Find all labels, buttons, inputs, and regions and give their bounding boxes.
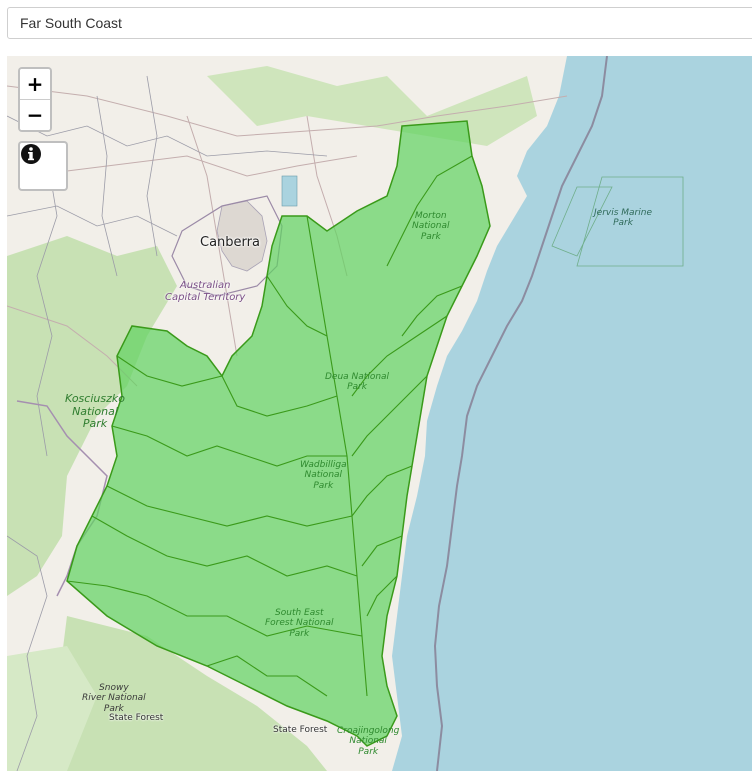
- zoom-control: + −: [18, 67, 52, 132]
- zoom-out-button[interactable]: −: [20, 100, 50, 130]
- region-search-input[interactable]: [7, 7, 752, 39]
- info-circle-icon: [21, 144, 41, 164]
- lake-hatch: [281, 175, 298, 207]
- zoom-in-button[interactable]: +: [20, 69, 50, 100]
- map-view[interactable]: Canberra Australian Capital Territory Ko…: [7, 56, 752, 771]
- map-canvas: [7, 56, 752, 771]
- info-button[interactable]: [18, 141, 68, 191]
